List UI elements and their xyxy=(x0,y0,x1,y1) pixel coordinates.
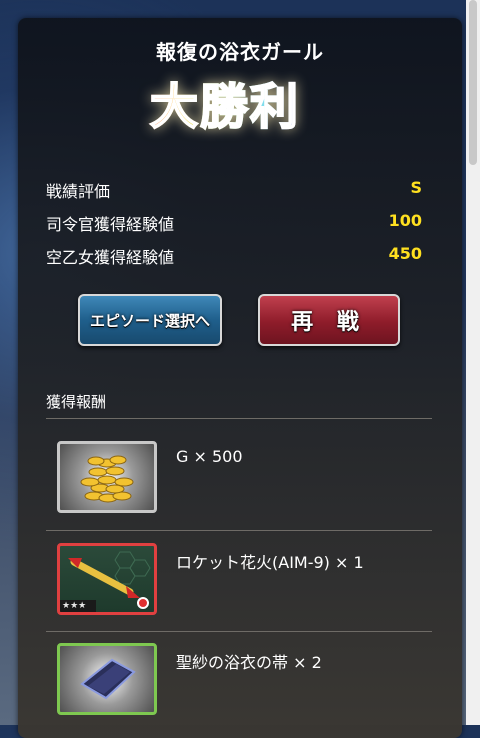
victory-banner: 大勝利 xyxy=(125,72,325,142)
rarity-stars: ★★★ xyxy=(60,600,96,612)
stat-value: 450 xyxy=(388,244,422,263)
reward-name: G × 500 xyxy=(176,447,243,466)
divider xyxy=(46,530,432,531)
rewards-section-title: 獲得報酬 xyxy=(46,393,107,411)
stat-label: 戦績評価 xyxy=(46,182,111,201)
retry-button[interactable]: 再 戦 xyxy=(258,294,400,346)
rarity-badge-icon xyxy=(137,597,149,609)
scrollbar[interactable] xyxy=(466,0,480,725)
scrollbar-thumb[interactable] xyxy=(469,0,477,165)
reward-name: ロケット花火(AIM-9) × 1 xyxy=(176,553,364,572)
gold-coins-icon[interactable] xyxy=(57,441,157,513)
rocket-missile-icon[interactable]: ★★★ xyxy=(57,543,157,615)
stat-value: 100 xyxy=(388,211,422,230)
stat-row-sky-maiden-exp: 空乙女獲得経験値 450 xyxy=(46,244,422,270)
stat-value: S xyxy=(410,178,422,197)
gold-coins-graphic xyxy=(80,455,134,503)
stat-label: 空乙女獲得経験値 xyxy=(46,248,175,267)
stat-row-commander-exp: 司令官獲得経験値 100 xyxy=(46,211,422,237)
sash-icon[interactable] xyxy=(57,643,157,715)
episode-select-button[interactable]: エピソード選択へ xyxy=(78,294,222,346)
stat-label: 司令官獲得経験値 xyxy=(46,215,175,234)
reward-name: 聖紗の浴衣の帯 × 2 xyxy=(176,653,322,672)
divider xyxy=(46,631,432,632)
sash-graphic xyxy=(80,658,136,700)
stat-row-rating: 戦績評価 S xyxy=(46,178,422,204)
divider xyxy=(46,418,432,419)
stage-title: 報復の浴衣ガール xyxy=(156,40,324,64)
